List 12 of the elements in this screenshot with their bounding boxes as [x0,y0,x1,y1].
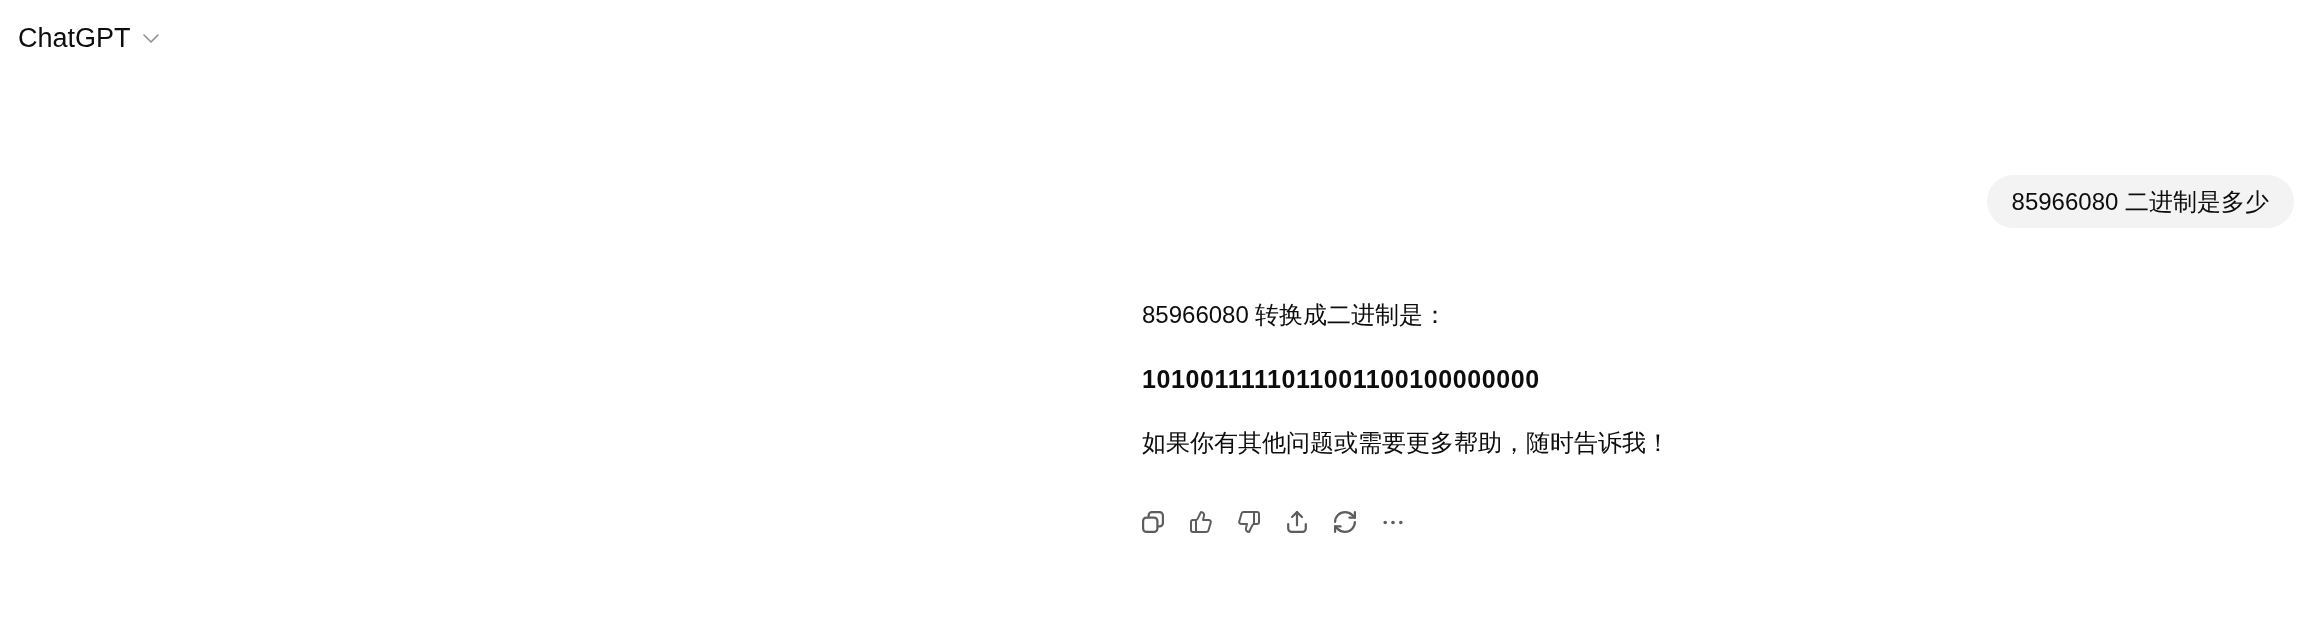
result-text: 1010011111011001100100000000 [1142,364,1540,395]
copy-icon [1142,511,1164,533]
ellipsis-icon [1383,519,1403,525]
upload-icon [1286,511,1308,533]
user-message: 85966080 二进制是多少 [1986,175,2294,228]
thumbs-up-icon [1190,511,1212,533]
model-selector[interactable]: ChatGPT [10,20,167,56]
refresh-icon [1334,511,1356,533]
response-text: 如果你有其他问题或需要更多帮助，随时告诉我！ [1142,428,1670,458]
response-text: 85966080 转换成二进制是： [1142,300,1448,330]
thumbs-down-icon [1238,511,1260,533]
chevron-down-icon [142,33,159,43]
